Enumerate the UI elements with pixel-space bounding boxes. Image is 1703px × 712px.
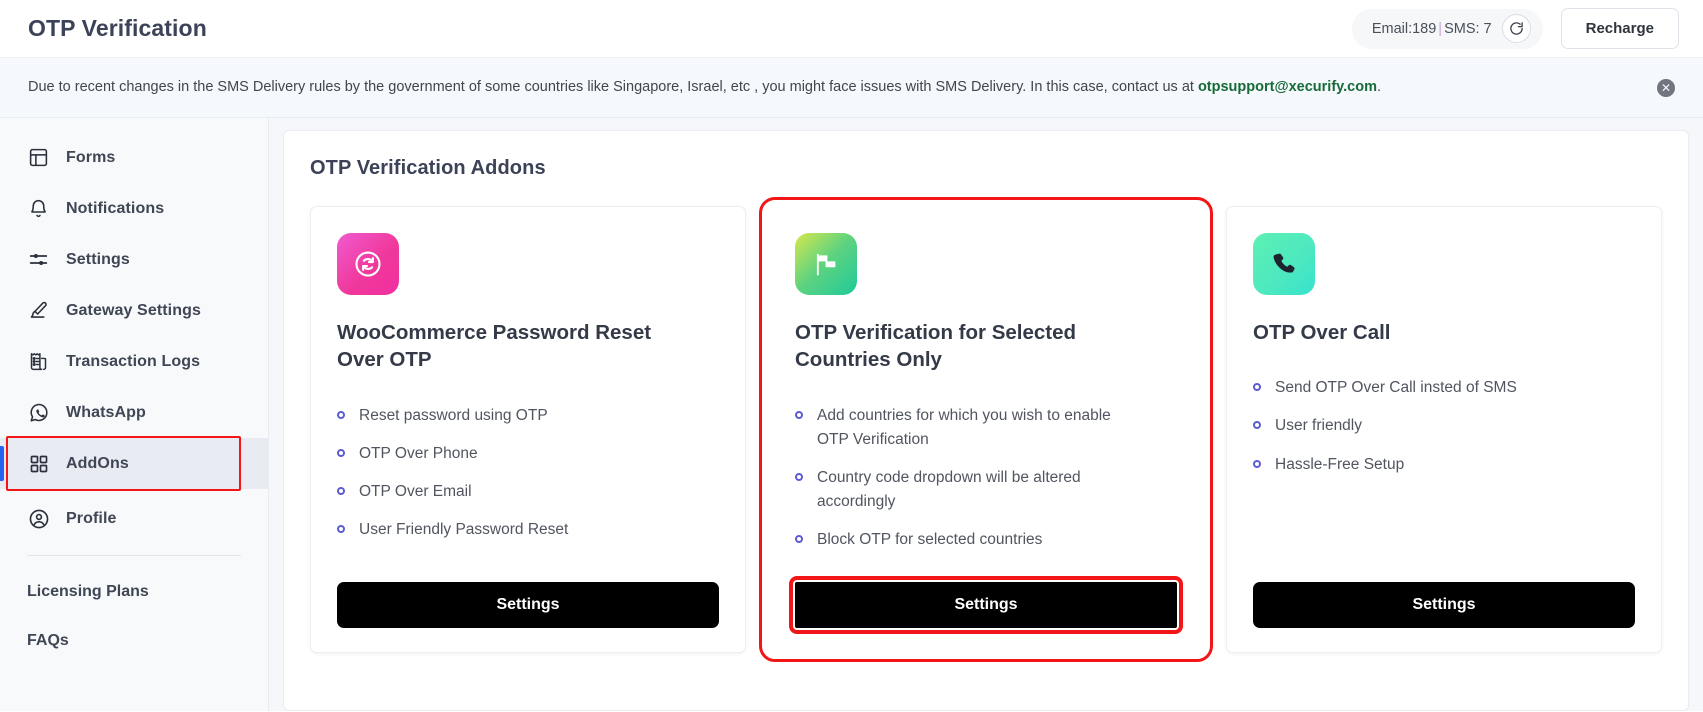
list-item: Country code dropdown will be altered ac… (795, 466, 1177, 514)
feature-text: Block OTP for selected countries (817, 531, 1043, 548)
list-item: User Friendly Password Reset (337, 518, 719, 542)
sidebar-item-label: Notifications (66, 199, 165, 217)
sidebar-item-notifications[interactable]: Notifications (0, 183, 268, 234)
settings-button[interactable]: Settings (337, 582, 719, 629)
addon-card-title: OTP Over Call (1253, 321, 1391, 344)
sms-credit-label: SMS: 7 (1444, 20, 1492, 37)
list-item: User friendly (1253, 414, 1635, 438)
list-item: Add countries for which you wish to enab… (795, 404, 1177, 452)
addon-card-woocommerce-password-reset[interactable]: WooCommerce Password Reset Over OTP Rese… (310, 206, 746, 654)
sms-delivery-notice: Due to recent changes in the SMS Deliver… (0, 58, 1703, 118)
sliders-icon (27, 248, 50, 271)
sidebar-item-profile[interactable]: Profile (0, 493, 268, 544)
whatsapp-icon (27, 401, 50, 424)
list-item: Reset password using OTP (337, 404, 719, 428)
settings-button[interactable]: Settings (789, 576, 1183, 635)
recharge-button[interactable]: Recharge (1560, 8, 1679, 49)
credit-balance-pill: Email:189 | SMS: 7 (1351, 8, 1543, 49)
notice-text-after: . (1376, 79, 1382, 96)
support-email-link[interactable]: otpsupport@xecurify.com (1198, 79, 1377, 95)
bullet-icon (337, 448, 345, 457)
bullet-icon (795, 410, 803, 419)
feature-text: OTP Over Email (359, 482, 472, 500)
bell-icon (27, 197, 50, 220)
receipt-icon (27, 350, 50, 373)
list-item: Send OTP Over Call insted of SMS (1253, 376, 1635, 400)
sidebar-item-label: AddOns (66, 454, 129, 472)
refresh-password-icon (337, 233, 399, 295)
bullet-icon (795, 535, 803, 543)
bullet-icon (1253, 383, 1261, 392)
sidebar-item-label: Gateway Settings (66, 301, 201, 319)
sidebar-item-gateway-settings[interactable]: Gateway Settings (0, 285, 268, 336)
brush-icon (27, 299, 50, 322)
feature-text: Add countries for which you wish to enab… (817, 406, 1111, 448)
addon-card-selected-countries[interactable]: OTP Verification for Selected Countries … (759, 196, 1213, 663)
list-item: OTP Over Email (337, 480, 719, 504)
grid-squares-icon (27, 452, 50, 475)
close-icon[interactable]: ✕ (1657, 78, 1675, 97)
feature-text: User friendly (1275, 417, 1362, 435)
feature-text: OTP Over Phone (359, 444, 478, 462)
list-item: Hassle-Free Setup (1253, 453, 1635, 477)
addon-cards-container: WooCommerce Password Reset Over OTP Rese… (310, 196, 1662, 663)
main-content: OTP Verification Addons WooCommerce Pass… (269, 118, 1703, 711)
addons-panel: OTP Verification Addons WooCommerce Pass… (283, 130, 1689, 711)
flag-icon (795, 233, 857, 295)
sidebar-item-label: Transaction Logs (66, 352, 201, 370)
sidebar: Forms Notifications Settings Gateway Set… (0, 118, 269, 711)
sidebar-divider (27, 555, 241, 556)
sidebar-item-transaction-logs[interactable]: Transaction Logs (0, 336, 268, 387)
feature-text: Country code dropdown will be altered ac… (817, 468, 1081, 510)
bullet-icon (337, 524, 345, 533)
addon-card-title: OTP Verification for Selected Countries … (795, 321, 1077, 372)
sidebar-item-licensing-plans[interactable]: Licensing Plans (0, 567, 268, 616)
credit-separator: | (1438, 20, 1443, 37)
notice-text-before: Due to recent changes in the SMS Deliver… (28, 79, 1198, 96)
top-bar: OTP Verification Email:189 | SMS: 7 Rechar… (0, 0, 1703, 58)
user-circle-icon (27, 507, 50, 530)
email-credit-label: Email:189 (1371, 20, 1437, 37)
bullet-icon (795, 472, 803, 481)
feature-text: Send OTP Over Call insted of SMS (1275, 379, 1517, 397)
sidebar-item-label: WhatsApp (66, 403, 146, 421)
sidebar-item-faqs[interactable]: FAQs (0, 616, 268, 665)
sidebar-item-label: Settings (66, 250, 130, 268)
topbar-actions: Email:189 | SMS: 7 Recharge (1351, 8, 1679, 49)
page-title: OTP Verification (28, 15, 207, 41)
list-item: OTP Over Phone (337, 442, 719, 466)
bullet-icon (337, 486, 345, 495)
panel-title: OTP Verification Addons (310, 157, 546, 179)
sidebar-item-settings[interactable]: Settings (0, 234, 268, 285)
refresh-icon[interactable] (1501, 14, 1531, 43)
app-shell: Forms Notifications Settings Gateway Set… (0, 118, 1703, 711)
feature-text: User Friendly Password Reset (359, 520, 569, 538)
notice-text: Due to recent changes in the SMS Deliver… (28, 77, 1381, 97)
feature-text: Hassle-Free Setup (1275, 455, 1405, 473)
settings-button[interactable]: Settings (1253, 582, 1635, 629)
phone-call-icon (1253, 233, 1315, 295)
sidebar-item-forms[interactable]: Forms (0, 132, 268, 183)
bullet-icon (1253, 459, 1261, 468)
sidebar-item-label: Forms (66, 148, 116, 166)
list-item: Block OTP for selected countries (795, 528, 1177, 552)
credit-balance-text: Email:189 | SMS: 7 (1372, 21, 1492, 37)
feature-text: Reset password using OTP (359, 406, 548, 424)
layout-panel-icon (27, 146, 50, 169)
addon-feature-list: Add countries for which you wish to enab… (795, 404, 1177, 566)
addon-card-title: WooCommerce Password Reset Over OTP (337, 321, 652, 372)
addon-feature-list: Reset password using OTP OTP Over Phone … (337, 404, 719, 566)
bullet-icon (1253, 421, 1261, 430)
sidebar-item-whatsapp[interactable]: WhatsApp (0, 387, 268, 438)
addon-feature-list: Send OTP Over Call insted of SMS User fr… (1253, 376, 1635, 566)
sidebar-item-label: Profile (66, 509, 117, 527)
bullet-icon (337, 410, 345, 419)
sidebar-item-addons[interactable]: AddOns (0, 438, 268, 489)
addon-card-otp-over-call[interactable]: OTP Over Call Send OTP Over Call insted … (1226, 206, 1662, 654)
